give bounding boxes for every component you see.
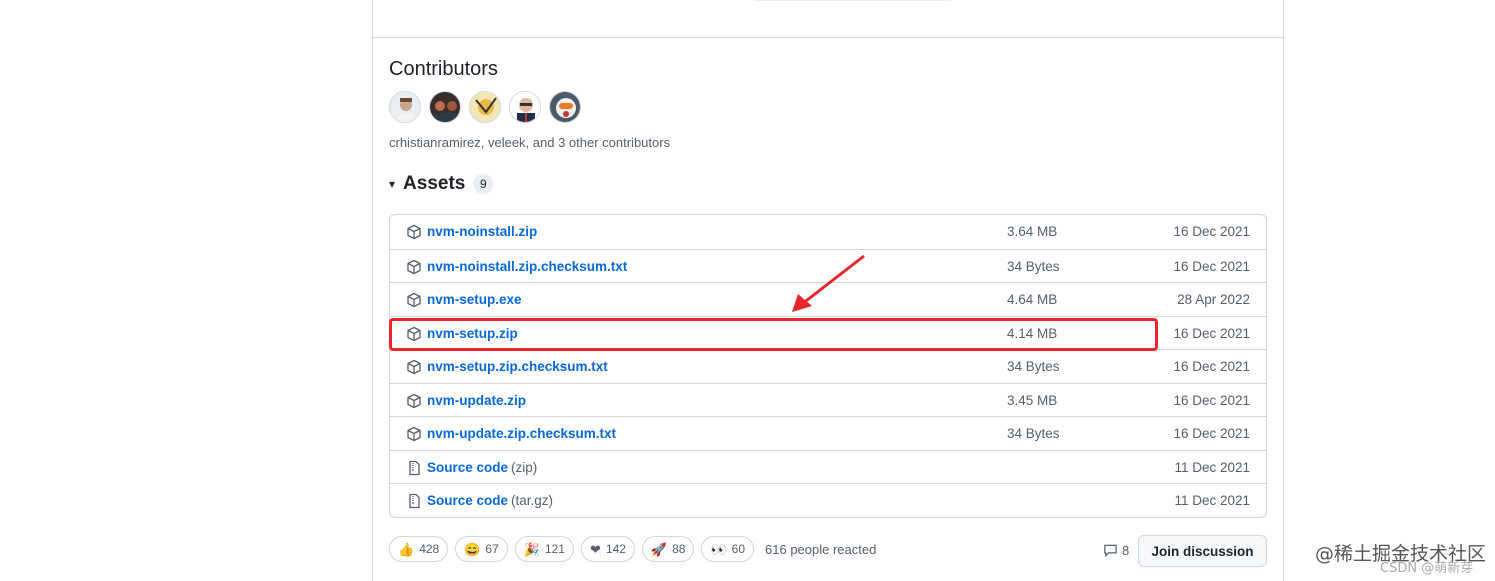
asset-name: nvm-setup.zip.checksum.txt [427,359,608,374]
caret-down-icon: ▾ [389,177,396,191]
contributor-avatars [389,91,581,123]
asset-size: 4.14 MB [1007,325,1058,341]
asset-size: 3.45 MB [1007,392,1058,408]
watermark-subtext: CSDN @萌新芽 [1380,561,1474,576]
asset-row: nvm-update.zip.checksum.txt 34 Bytes 16 De… [390,416,1266,450]
asset-download-link[interactable]: Source code (tar.gz) [427,493,553,508]
assets-list: nvm-noinstall.zip 3.64 MB 16 Dec 2021 nvm-n… [389,214,1267,518]
asset-size: 34 Bytes [1007,359,1060,374]
reaction-count: 428 [419,542,440,556]
asset-row: Source code (tar.gz) 11 Dec 2021 [390,483,1266,517]
rocket-icon: 🚀 [650,541,668,557]
reaction-eyes[interactable]: 👀 60 [701,536,755,562]
asset-row: nvm-noinstall.zip.checksum.txt 34 Bytes 16… [390,248,1266,283]
asset-date: 16 Dec 2021 [1173,426,1250,441]
avatar[interactable] [509,91,541,123]
asset-suffix: (zip) [511,459,538,475]
asset-download-link[interactable]: nvm-update.zip.checksum.txt [427,426,616,441]
asset-name: Source code [427,459,509,475]
asset-date: 16 Dec 2021 [1173,359,1250,374]
release-body-remnant [373,0,1283,38]
package-icon [406,326,422,342]
asset-download-link[interactable]: nvm-setup.zip.checksum.txt [427,359,608,374]
asset-name: Source code [427,493,509,508]
asset-download-link[interactable]: nvm-setup.zip [427,326,518,341]
eyes-icon: 👀 [710,541,727,557]
asset-row: nvm-setup.zip 4.14 MB 16 Dec 2021 [390,315,1266,350]
release-card: Contributors crhistianramirez, veleek, a… [372,0,1284,581]
reaction-laugh[interactable]: 😄 67 [455,536,508,562]
asset-download-link[interactable]: nvm-setup.exe [427,292,522,307]
comment-count-link[interactable]: 8 [1103,543,1129,558]
asset-name: nvm-update.zip.checksum.txt [427,426,617,441]
avatar[interactable] [469,91,501,123]
comment-icon [1104,544,1117,558]
asset-size: 3.64 MB [1007,224,1058,239]
asset-date: 16 Dec 2021 [1173,224,1250,239]
asset-row: Source code (zip) 11 Dec 2021 [390,449,1266,484]
asset-size: 34 Bytes [1007,426,1060,441]
asset-date: 11 Dec 2021 [1174,493,1250,508]
package-icon [406,426,422,442]
asset-download-link[interactable]: nvm-noinstall.zip [427,224,537,239]
package-icon [406,393,422,409]
reactions-bar: 👍 428 😄 67 🎉 121 ❤ 142 🚀 88 👀 60 616 people reacted [389,536,876,562]
package-icon [406,359,422,375]
asset-size: 34 Bytes [1007,258,1060,274]
package-icon [406,259,422,275]
contributors-summary: crhistianramirez, veleek, and 3 other co… [389,135,671,150]
package-icon [406,224,422,240]
reaction-count: 60 [731,542,746,556]
reaction-rocket[interactable]: 🚀 88 [641,536,695,562]
asset-date: 16 Dec 2021 [1173,325,1250,341]
reaction-hooray[interactable]: 🎉 121 [514,536,574,562]
reaction-heart[interactable]: ❤ 142 [580,536,635,562]
asset-download-link[interactable]: nvm-update.zip [427,393,526,408]
join-discussion-button[interactable]: Join discussion [1138,535,1267,567]
asset-size: 4.64 MB [1007,292,1058,307]
asset-suffix: (tar.gz) [511,493,554,508]
assets-count-badge: 9 [473,174,494,194]
asset-row: nvm-setup.exe 4.64 MB 28 Apr 2022 [390,282,1266,316]
assets-heading: Assets [403,173,466,194]
reaction-count: 67 [485,542,499,556]
asset-date: 11 Dec 2021 [1174,459,1250,475]
avatar[interactable] [429,91,461,123]
asset-date: 16 Dec 2021 [1173,258,1250,274]
assets-toggle[interactable]: ▾ Assets 9 [389,173,494,195]
asset-row: nvm-noinstall.zip 3.64 MB 16 Dec 2021 [390,215,1266,249]
hooray-icon: 🎉 [523,541,540,557]
asset-name: nvm-noinstall.zip [427,224,538,239]
laugh-icon: 😄 [464,541,481,557]
asset-name: nvm-setup.zip [427,325,518,341]
contributors-heading: Contributors [389,58,498,80]
file-zip-icon [406,493,422,509]
avatar[interactable] [389,91,421,123]
asset-name: nvm-update.zip [427,392,527,408]
asset-date: 16 Dec 2021 [1173,392,1250,408]
asset-name: nvm-setup.exe [427,292,522,307]
reaction-count: 88 [672,542,686,556]
asset-download-link[interactable]: Source code (zip) [427,460,537,475]
file-zip-icon [406,460,422,476]
asset-date: 28 Apr 2022 [1177,292,1250,307]
asset-name: nvm-noinstall.zip.checksum.txt [427,258,628,274]
reactions-summary: 616 people reacted [765,541,877,557]
heart-icon: ❤ [589,541,601,557]
avatar[interactable] [549,91,581,123]
faint-link-remnant [753,0,953,1]
reaction-count: 142 [605,542,626,556]
thumbs-up-icon: 👍 [398,541,415,557]
comment-count-value: 8 [1122,543,1130,558]
asset-row: nvm-update.zip 3.45 MB 16 Dec 2021 [390,382,1266,417]
reaction-thumbs-up[interactable]: 👍 428 [389,536,449,562]
reaction-count: 121 [544,542,565,556]
package-icon [406,292,422,308]
asset-download-link[interactable]: nvm-noinstall.zip.checksum.txt [427,259,627,274]
asset-row: nvm-setup.zip.checksum.txt 34 Bytes 16 Dec… [390,349,1266,383]
